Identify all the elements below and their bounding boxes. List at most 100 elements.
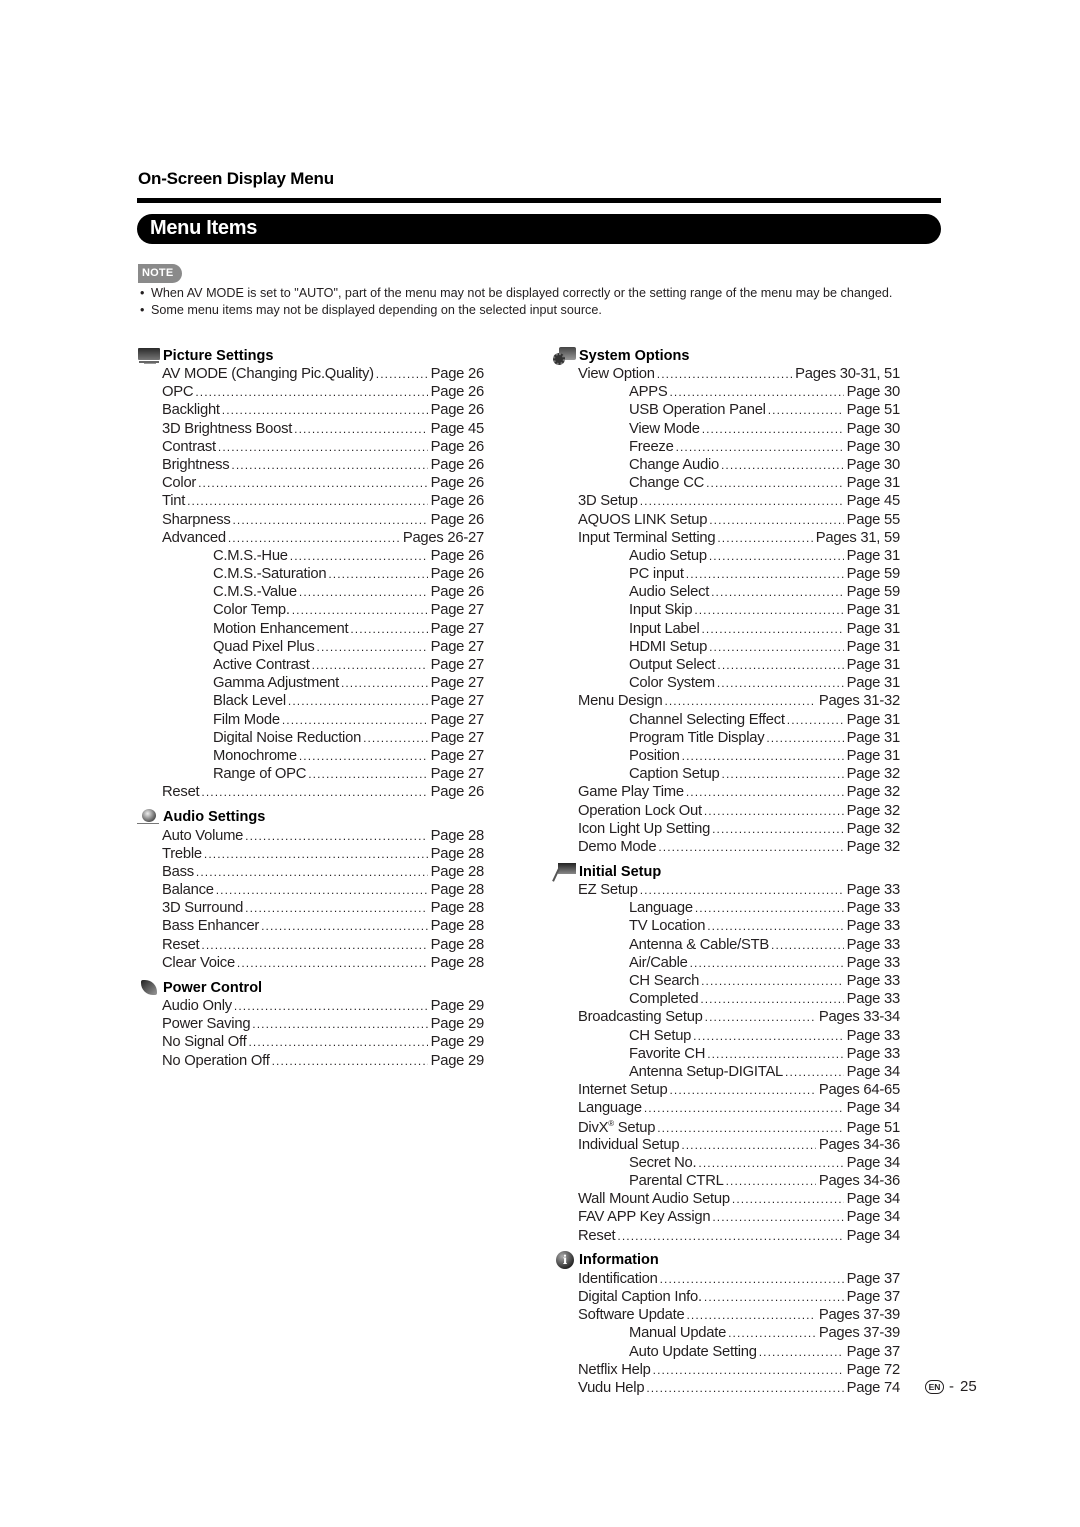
menu-entry: Backlight Page 26 xyxy=(137,402,484,420)
dot-leader xyxy=(617,1229,843,1243)
menu-entry-page: Page 29 xyxy=(430,1052,485,1069)
menu-entry-label: Audio Setup xyxy=(629,547,707,564)
dot-leader xyxy=(195,385,427,399)
menu-entry-page: Page 27 xyxy=(430,693,485,710)
audio-icon xyxy=(137,808,161,826)
menu-entry-page: Page 32 xyxy=(846,838,901,855)
menu-entry-label: View Mode xyxy=(629,420,700,437)
note-badge: NOTE xyxy=(138,264,182,283)
menu-entry-page: Page 29 xyxy=(430,1034,485,1051)
menu-entry-page: Page 28 xyxy=(430,918,485,935)
menu-entry-label: HDMI Setup xyxy=(629,638,708,655)
menu-entry-page: Page 31 xyxy=(846,657,901,673)
menu-entry-label: Channel Selecting Effect xyxy=(629,711,785,728)
menu-group-label: Audio Settings xyxy=(163,809,266,825)
menu-entry-label: Wall Mount Audio Setup xyxy=(578,1191,730,1208)
dot-leader xyxy=(681,1138,816,1152)
dot-leader xyxy=(218,440,428,454)
menu-entry-label: Bass Enhancer xyxy=(162,918,260,935)
dot-leader xyxy=(701,622,843,636)
menu-entry: Bass Page 28 xyxy=(137,864,484,882)
section-heading: On-Screen Display Menu xyxy=(138,169,334,188)
menu-entry-label: Auto Update Setting xyxy=(629,1343,757,1360)
menu-entry-label: Audio Select xyxy=(629,584,710,601)
menu-entry-page: Page 31 xyxy=(846,747,901,764)
page-title: Menu Items xyxy=(150,217,258,239)
menu-entry-page: Pages 31-32 xyxy=(818,693,900,710)
menu-entry-label: View Option xyxy=(578,366,655,382)
dot-leader xyxy=(686,1308,815,1322)
menu-entry-label: Antenna Setup-DIGITAL xyxy=(629,1063,784,1080)
menu-entry-page: Page 29 xyxy=(430,1016,485,1033)
menu-entry-label: APPS xyxy=(629,384,668,401)
menu-entry-page: Page 59 xyxy=(846,584,901,601)
menu-entry-label: USB Operation Panel xyxy=(629,402,766,419)
menu-entry: Sharpness Page 26 xyxy=(137,512,484,530)
dot-leader xyxy=(695,901,844,915)
dot-leader xyxy=(726,1174,816,1188)
dot-leader xyxy=(722,767,844,781)
menu-entry-page: Page 29 xyxy=(430,998,485,1014)
dot-leader xyxy=(282,713,428,727)
dot-leader xyxy=(245,829,427,843)
dot-leader xyxy=(721,458,844,472)
dot-leader xyxy=(658,840,843,854)
menu-entry-page: Page 32 xyxy=(846,784,901,801)
page-footer: EN - 25 xyxy=(925,1378,977,1395)
menu-entry-label: Secret No. xyxy=(629,1154,697,1171)
system-options-icon xyxy=(553,346,577,365)
menu-entry-page: Page 26 xyxy=(430,511,485,528)
menu-entry-page: Page 33 xyxy=(846,936,901,953)
menu-entry-page: Page 34 xyxy=(846,1191,901,1208)
menu-entry-page: Page 34 xyxy=(846,1063,901,1080)
menu-entry-page: Page 27 xyxy=(430,675,485,692)
menu-entry-page: Page 31 xyxy=(846,475,901,492)
dot-leader xyxy=(248,1035,427,1049)
menu-entry-page: Page 27 xyxy=(430,657,485,673)
menu-entry: Demo Mode Page 32 xyxy=(553,839,900,857)
dot-leader xyxy=(640,494,844,508)
menu-entry-page: Pages 64-65 xyxy=(818,1082,900,1099)
menu-entry-page: Page 33 xyxy=(846,1045,901,1062)
menu-entry: Favorite CH Page 33 xyxy=(553,1046,900,1064)
menu-entry: AQUOS LINK Setup Page 55 xyxy=(553,512,900,530)
menu-group: iInformationIdentificationPage 37Digital… xyxy=(553,1250,903,1398)
menu-entry-label: Output Select xyxy=(629,657,716,673)
menu-entry: Power Saving Page 29 xyxy=(137,1016,484,1034)
menu-entry: Audio Select Page 59 xyxy=(553,584,900,602)
menu-entry-label: Contrast xyxy=(162,438,216,455)
dot-leader xyxy=(299,585,428,599)
menu-entry: Reset Page 26 xyxy=(137,784,484,802)
menu-entry: View Option Pages 30-31, 51 xyxy=(553,366,900,384)
menu-entry-label: Active Contrast xyxy=(213,657,310,673)
menu-group-label: Power Control xyxy=(163,979,263,996)
menu-entry-label: C.M.S.-Hue xyxy=(213,547,288,564)
menu-entry-label: Balance xyxy=(162,882,214,899)
menu-entry: TV Location Page 33 xyxy=(553,918,900,936)
menu-entry-page: Page 28 xyxy=(430,863,485,880)
menu-entry: PC input Page 59 xyxy=(553,566,900,584)
menu-entry-page: Pages 37-39 xyxy=(818,1307,900,1324)
menu-entry-label: Gamma Adjustment xyxy=(213,675,339,692)
menu-entry-label: Completed xyxy=(629,991,699,1008)
dot-leader xyxy=(644,1101,844,1115)
menu-entry: Internet Setup Pages 64-65 xyxy=(553,1082,900,1100)
menu-entry-page: Page 55 xyxy=(846,511,901,528)
menu-entry-page: Page 28 xyxy=(430,882,485,899)
menu-entry-label: CH Search xyxy=(629,973,700,989)
menu-entry: Broadcasting Setup Pages 33-34 xyxy=(553,1009,900,1027)
menu-entry-page: Page 26 xyxy=(430,366,485,382)
dot-leader xyxy=(216,883,428,897)
menu-group: Initial Setup EZ Setup Page 33 Language Page… xyxy=(552,861,903,1246)
menu-entry-label: Bass xyxy=(162,863,194,880)
right-column: System Options View Option Pages 30-31, 51… xyxy=(552,344,903,1402)
menu-entry-page: Page 27 xyxy=(430,729,485,746)
power-icon xyxy=(137,979,161,997)
dot-leader xyxy=(312,658,428,672)
dot-leader xyxy=(717,676,844,690)
menu-entry-label: Freeze xyxy=(629,438,674,455)
menu-entry-label: FAV APP Key Assign xyxy=(578,1209,711,1226)
menu-group-title: System Options xyxy=(553,345,903,366)
menu-entry-label: Parental CTRL xyxy=(629,1173,724,1190)
menu-entry-page: Page 26 xyxy=(430,584,485,601)
